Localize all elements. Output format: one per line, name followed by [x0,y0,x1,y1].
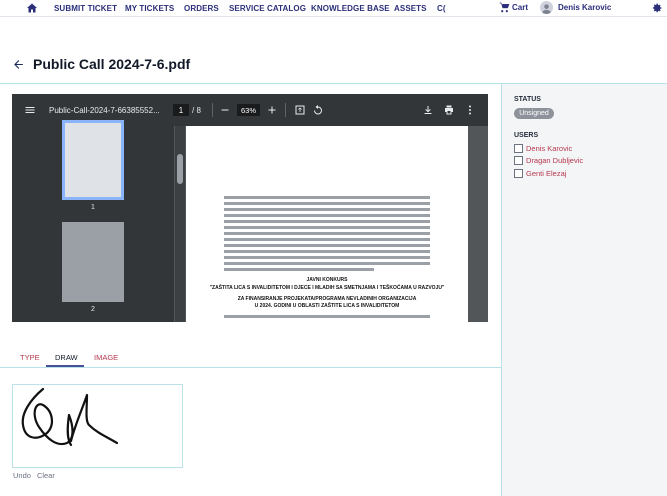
cart-label: Cart [512,3,529,12]
pdf-filename: Public-Call-2024-7-66385552... [49,106,160,115]
doc-heading: JAVNI KONKURS [306,277,348,283]
page-title: Public Call 2024-7-6.pdf [33,56,191,72]
signature-drawing [21,387,119,447]
text-line [224,232,430,235]
page-count: / 8 [192,106,201,115]
signature-actions: Undo Clear [13,471,55,480]
thumbnail-panel: 1 2 [12,120,174,322]
top-nav: SUBMIT TICKET MY TICKETS ORDERS SERVICE … [0,0,667,17]
user-checkbox[interactable] [514,156,523,165]
text-line [224,250,430,253]
user-link[interactable]: Denis Karovic [526,144,572,153]
tab-draw[interactable]: DRAW [55,353,78,362]
text-line [224,226,430,229]
signature-canvas[interactable] [12,384,183,468]
user-menu[interactable]: Denis Karovic [540,1,611,14]
nav-my-tickets[interactable]: MY TICKETS [125,4,174,13]
text-line [224,268,374,271]
user-name: Denis Karovic [558,3,612,12]
zoom-out-icon[interactable] [219,104,231,116]
nav-service-catalog[interactable]: SERVICE CATALOG [229,4,306,13]
page-thumbnail-1[interactable] [62,120,124,200]
nav-knowledge-base[interactable]: KNOWLEDGE BASE [311,4,390,13]
avatar [540,1,553,14]
user-row-dragan[interactable]: Dragan Dubljevic [514,156,583,165]
text-line [224,220,430,223]
text-line [224,262,430,265]
home-icon[interactable] [26,2,38,14]
page-thumbnail-2[interactable] [62,222,124,302]
user-row-denis[interactable]: Denis Karovic [514,144,572,153]
doc-subheading: ZA FINANSIRANJE PROJEKATA/PROGRAMA NEVLA… [237,296,417,302]
thumbnail-label: 2 [91,306,95,313]
text-line [224,208,430,211]
clear-button[interactable]: Clear [37,471,55,480]
nav-submit-ticket[interactable]: SUBMIT TICKET [54,4,117,13]
text-line [224,256,430,259]
thumbnail-label: 1 [91,204,95,211]
more-options-icon[interactable] [464,104,476,116]
text-line [224,196,430,199]
active-tab-indicator [46,365,84,367]
user-link[interactable]: Genti Elezaj [526,169,566,178]
status-badge: Unsigned [514,108,554,119]
text-line [224,202,430,205]
doc-subheading: "ZAŠTITA LICA S INVALIDITETOM I DJECE I … [209,285,445,291]
text-line [224,214,430,217]
menu-icon[interactable] [24,104,36,116]
nav-orders[interactable]: ORDERS [184,4,219,13]
download-icon[interactable] [422,104,434,116]
pdf-viewer: Public-Call-2024-7-66385552... 1 / 8 63%… [12,94,488,322]
signature-divider [0,367,502,368]
zoom-input[interactable]: 63% [237,104,260,116]
cart-link[interactable]: Cart [499,2,528,13]
toolbar-separator [285,103,286,117]
back-arrow-icon[interactable] [12,58,25,71]
nav-overflow-item[interactable]: C( [437,4,446,13]
gear-icon[interactable] [651,2,663,14]
person-icon [541,4,552,14]
fit-page-icon[interactable] [294,104,306,116]
text-line [224,238,430,241]
text-line [224,315,430,318]
rotate-icon[interactable] [312,104,324,116]
print-icon[interactable] [443,104,455,116]
user-link[interactable]: Dragan Dubljevic [526,156,583,165]
doc-subheading: U 2024. GODINI U OBLASTI ZAŠTITE LICA S … [254,303,400,309]
tab-image[interactable]: IMAGE [94,353,118,362]
text-line [224,244,430,247]
status-label: STATUS [514,96,541,103]
nav-assets[interactable]: ASSETS [394,4,427,13]
user-checkbox[interactable] [514,169,523,178]
cart-icon [499,2,510,13]
tab-type[interactable]: TYPE [20,353,40,362]
user-checkbox[interactable] [514,144,523,153]
user-row-genti[interactable]: Genti Elezaj [514,169,566,178]
zoom-in-icon[interactable] [266,104,278,116]
undo-button[interactable]: Undo [13,471,31,480]
scroll-thumb[interactable] [177,154,183,184]
page-header: Public Call 2024-7-6.pdf [12,56,190,72]
toolbar-separator [212,103,213,117]
users-label: USERS [514,132,539,139]
pdf-page: JAVNI KONKURS "ZAŠTITA LICA S INVALIDITE… [186,126,468,322]
page-number-input[interactable]: 1 [173,104,189,116]
